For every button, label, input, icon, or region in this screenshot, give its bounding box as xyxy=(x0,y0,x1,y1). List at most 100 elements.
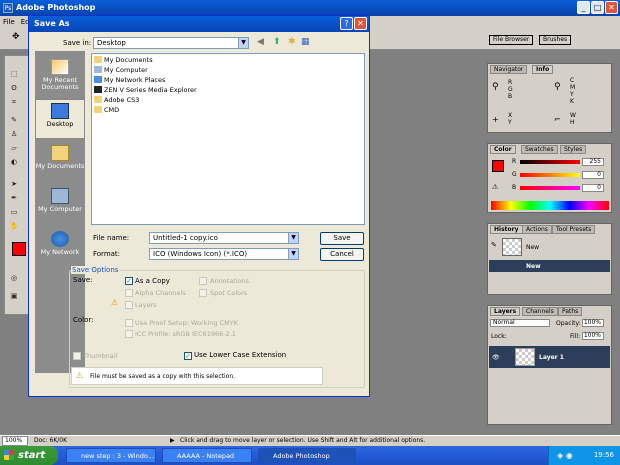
tab-tool-presets[interactable]: Tool Presets xyxy=(552,225,596,234)
zoom-field[interactable]: 100% xyxy=(2,436,28,446)
warning-icon: ⚠ xyxy=(76,371,84,380)
place-my-computer[interactable]: My Computer xyxy=(35,185,85,225)
blur-tool-icon[interactable]: ◐ xyxy=(9,158,19,167)
list-item[interactable]: CMD xyxy=(94,106,119,115)
tab-file-browser[interactable]: File Browser xyxy=(489,35,534,45)
move-tool-icon[interactable]: ✥ xyxy=(12,32,20,42)
place-label: My Network xyxy=(40,248,80,256)
color-r-slider[interactable] xyxy=(520,160,580,164)
tab-color[interactable]: Color xyxy=(490,145,516,154)
layer-row[interactable]: 👁 Layer 1 xyxy=(489,346,610,368)
color-b-slider[interactable] xyxy=(520,186,580,190)
use-proof-setup-checkbox[interactable] xyxy=(125,319,133,327)
eraser-tool-icon[interactable]: ▱ xyxy=(9,144,19,153)
tab-paths[interactable]: Paths xyxy=(558,307,583,316)
notes-tool-icon[interactable]: ▭ xyxy=(9,208,19,217)
taskbar-item[interactable]: new step : 3 - Windo... xyxy=(66,448,156,463)
tab-layers[interactable]: Layers xyxy=(490,307,521,316)
tab-styles[interactable]: Styles xyxy=(560,145,587,154)
file-list[interactable]: My Documents My Computer My Network Plac… xyxy=(91,53,365,225)
system-tray: ◈ ◉ 19:56 xyxy=(548,446,620,465)
color-g-slider[interactable] xyxy=(520,173,580,177)
tab-swatches[interactable]: Swatches xyxy=(521,145,558,154)
place-my-recent-documents[interactable]: My Recent Documents xyxy=(35,56,85,96)
save-options-legend: Save Options xyxy=(71,266,120,274)
back-icon[interactable]: ◀ xyxy=(257,38,264,47)
list-item[interactable]: Adobe CS3 xyxy=(94,96,139,105)
color-foreground-swatch[interactable] xyxy=(492,160,504,172)
alpha-channels-checkbox[interactable] xyxy=(125,289,133,297)
place-label: My Documents xyxy=(35,162,85,170)
dialog-close-icon[interactable]: ✕ xyxy=(354,17,367,30)
spot-colors-label: Spot Colors xyxy=(210,289,248,297)
list-item[interactable]: My Network Places xyxy=(94,76,165,85)
place-my-network[interactable]: My Network xyxy=(35,228,85,268)
heal-tool-icon[interactable]: ✎ xyxy=(9,116,19,125)
list-item[interactable]: My Documents xyxy=(94,56,153,65)
color-ramp[interactable] xyxy=(491,201,609,210)
my-documents-icon xyxy=(51,145,69,161)
tab-info[interactable]: Info xyxy=(532,65,554,74)
foreground-color-swatch[interactable] xyxy=(12,242,26,256)
color-b-value[interactable]: 0 xyxy=(582,184,604,192)
tab-navigator[interactable]: Navigator xyxy=(490,65,528,74)
lasso-tool-icon[interactable]: ʘ xyxy=(9,84,19,93)
spot-colors-checkbox[interactable] xyxy=(199,289,207,297)
color-g-value[interactable]: 0 xyxy=(582,171,604,179)
close-icon[interactable]: ✕ xyxy=(605,1,618,14)
cmyk-c-label: C xyxy=(570,77,575,84)
list-item[interactable]: ZEN V Series Media Explorer xyxy=(94,86,197,95)
color-g-label: G xyxy=(512,171,517,178)
crop-tool-icon[interactable]: ⌗ xyxy=(9,98,19,107)
views-icon[interactable]: ▦ xyxy=(301,38,310,47)
marquee-tool-icon[interactable]: ⬚ xyxy=(9,70,19,79)
tray-icons[interactable]: ◈ ◉ xyxy=(557,446,573,465)
icc-profile-checkbox[interactable] xyxy=(125,330,133,338)
tab-actions[interactable]: Actions xyxy=(522,225,552,234)
place-my-documents[interactable]: My Documents xyxy=(35,142,85,182)
quickmask-icon[interactable]: ◎ xyxy=(9,274,19,283)
cancel-button[interactable]: Cancel xyxy=(320,248,364,261)
list-item[interactable]: My Computer xyxy=(94,66,148,75)
warning-box: ⚠ File must be saved as a copy with this… xyxy=(71,367,323,385)
crosshair-icon: + xyxy=(492,115,499,124)
annotations-checkbox[interactable] xyxy=(199,277,207,285)
new-folder-icon[interactable]: ✱ xyxy=(288,38,296,47)
tab-history[interactable]: History xyxy=(490,225,523,234)
format-select[interactable]: ICO (Windows Icon) (*.ICO) ▼ xyxy=(149,248,299,260)
minimize-icon[interactable]: _ xyxy=(577,1,590,14)
fill-value[interactable]: 100% xyxy=(582,332,604,340)
thumbnail-checkbox[interactable] xyxy=(73,352,81,360)
color-r-value[interactable]: 255 xyxy=(582,158,604,166)
taskbar-item[interactable]: AAAAA - Notepad xyxy=(162,448,252,463)
taskbar-item-active[interactable]: Adobe Photoshop xyxy=(258,448,356,463)
save-in-select[interactable]: Desktop ▼ xyxy=(93,37,249,49)
history-snapshot-thumb[interactable] xyxy=(502,238,522,256)
w-label: W xyxy=(570,112,576,119)
tab-channels[interactable]: Channels xyxy=(522,307,558,316)
place-desktop[interactable]: Desktop xyxy=(35,99,85,139)
layer-visibility-icon[interactable]: 👁 xyxy=(492,354,500,361)
screen-mode-icon[interactable]: ▣ xyxy=(9,292,19,301)
start-button[interactable]: start xyxy=(0,446,58,465)
lower-case-extension-checkbox[interactable]: ✓ xyxy=(184,352,192,360)
menu-file[interactable]: File xyxy=(3,18,15,26)
up-folder-icon[interactable]: ⬆ xyxy=(273,38,281,47)
save-button[interactable]: Save xyxy=(320,232,364,245)
as-a-copy-checkbox[interactable]: ✓ xyxy=(125,277,133,285)
navigator-info-panel: Navigator Info ⚲ R G B ⚲ C M Y K + X Y ⌐… xyxy=(487,63,612,133)
tab-brushes[interactable]: Brushes xyxy=(539,35,572,45)
file-name-input[interactable]: Untitled-1 copy.ico ▼ xyxy=(149,232,299,244)
opacity-value[interactable]: 100% xyxy=(582,319,604,327)
pen-tool-icon[interactable]: ✒ xyxy=(9,194,19,203)
help-icon[interactable]: ? xyxy=(340,17,353,30)
history-state-row[interactable]: New xyxy=(489,260,610,272)
layers-checkbox[interactable] xyxy=(125,301,133,309)
blend-mode-select[interactable]: Normal xyxy=(490,319,550,327)
dialog-title: Save As xyxy=(34,19,70,28)
lower-case-extension-label: Use Lower Case Extension xyxy=(194,351,287,359)
path-select-icon[interactable]: ➤ xyxy=(9,180,19,189)
maximize-icon[interactable]: □ xyxy=(591,1,604,14)
hand-tool-icon[interactable]: ✋ xyxy=(9,222,19,231)
stamp-tool-icon[interactable]: ♙ xyxy=(9,130,19,139)
